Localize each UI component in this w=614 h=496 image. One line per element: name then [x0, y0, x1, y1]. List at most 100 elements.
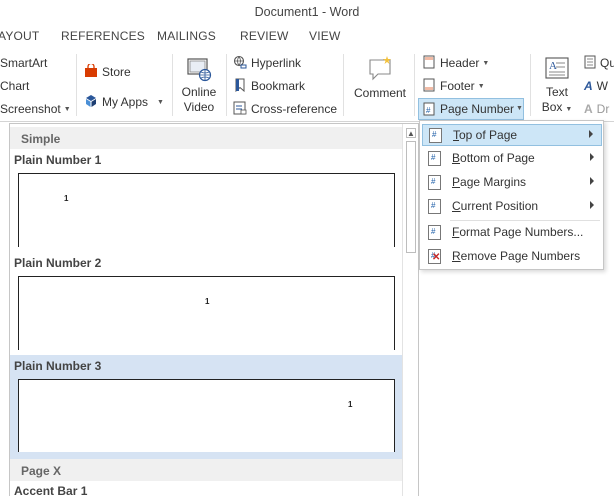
hyperlink-label: Hyperlink: [251, 56, 302, 70]
chevron-right-icon: [589, 130, 593, 138]
store-icon: [84, 62, 98, 81]
page-number-label: Page Number: [440, 102, 515, 116]
gallery-item-accent-bar-1[interactable]: Accent Bar 1: [10, 481, 402, 496]
apps-icon: [84, 94, 98, 111]
menu-item-label: Format Page Numbers...: [452, 225, 584, 239]
quick-parts-button[interactable]: Qu: [584, 53, 614, 73]
chart-button[interactable]: Chart: [0, 76, 29, 96]
format-page-numbers-icon: [428, 225, 441, 240]
menu-item-page-margins[interactable]: Page Margins: [422, 172, 602, 194]
quick-parts-label: Qu: [600, 56, 614, 70]
tab-view[interactable]: VIEW: [309, 29, 340, 43]
footer-button[interactable]: Footer ▼: [422, 76, 485, 96]
drop-cap-button[interactable]: A Dr: [584, 99, 609, 119]
page-number-icon: [428, 151, 441, 166]
tab-references[interactable]: REFERENCES: [61, 29, 145, 43]
chevron-down-icon: ▼: [516, 105, 523, 112]
page-number-sample: 1: [205, 297, 210, 306]
ribbon-divider: [76, 54, 77, 116]
page-preview: 1: [18, 276, 395, 350]
close-icon: ✕: [432, 252, 441, 263]
gallery-scrollbar[interactable]: ▲: [402, 124, 418, 496]
svg-text:#: #: [426, 106, 431, 115]
tab-review[interactable]: REVIEW: [240, 29, 289, 43]
scroll-thumb[interactable]: [406, 141, 416, 253]
ribbon-tabs: AYOUT REFERENCES MAILINGS REVIEW VIEW: [0, 24, 614, 50]
menu-item-label: Page Margins: [452, 175, 527, 189]
menu-item-label: Current Position: [452, 199, 539, 213]
text-box-label-2: Box: [541, 100, 563, 114]
hyperlink-button[interactable]: Hyperlink: [233, 53, 301, 73]
page-number-icon: [428, 175, 441, 190]
drop-cap-icon: A: [584, 102, 593, 116]
menu-item-label: Bottom of Page: [452, 151, 535, 165]
bookmark-button[interactable]: Bookmark: [233, 76, 305, 96]
tab-mailings[interactable]: MAILINGS: [157, 29, 216, 43]
screenshot-label: Screenshot: [0, 102, 61, 116]
cross-reference-label: Cross-reference: [251, 102, 338, 116]
my-apps-label: My Apps: [102, 95, 149, 109]
menu-item-format-page-numbers[interactable]: Format Page Numbers...: [422, 222, 602, 244]
gallery-item-plain-number-1[interactable]: Plain Number 1 1: [10, 149, 402, 247]
smartart-label: SmartArt: [0, 56, 48, 70]
cross-reference-button[interactable]: Cross-reference: [233, 99, 337, 119]
ribbon-divider: [414, 54, 415, 116]
cross-reference-icon: [233, 101, 247, 118]
comment-label: Comment: [353, 86, 406, 100]
bookmark-label: Bookmark: [251, 79, 306, 93]
bookmark-icon: [233, 78, 247, 95]
gallery-item-plain-number-2[interactable]: Plain Number 2 1: [10, 252, 402, 350]
chevron-down-icon: ▼: [477, 82, 485, 90]
wordart-label: W: [596, 79, 608, 93]
tab-layout[interactable]: AYOUT: [0, 29, 39, 43]
header-label: Header: [440, 56, 480, 70]
page-number-icon: #: [423, 102, 435, 119]
gallery-item-label: Plain Number 1: [14, 153, 102, 167]
ribbon-divider: [226, 54, 227, 116]
menu-item-label: Remove Page Numbers: [452, 249, 581, 263]
chevron-right-icon: [590, 153, 594, 161]
online-video-label-2: Video: [183, 100, 215, 114]
svg-text:A: A: [549, 60, 557, 72]
menu-item-remove-page-numbers[interactable]: ✕ Remove Page Numbers: [422, 246, 602, 268]
page-number-button[interactable]: # Page Number ▼: [418, 98, 524, 120]
screenshot-button[interactable]: Screenshot ▼: [0, 99, 71, 119]
text-box-button[interactable]: A Text Box ▼: [538, 56, 576, 117]
gallery-item-plain-number-3[interactable]: Plain Number 3 1: [10, 355, 402, 460]
online-video-button[interactable]: Online Video: [176, 56, 222, 115]
hyperlink-icon: [233, 55, 247, 72]
gallery-item-label: Plain Number 3: [14, 359, 102, 373]
title-bar: Document1 - Word: [0, 0, 614, 24]
footer-icon: [422, 78, 436, 95]
store-label: Store: [102, 65, 131, 79]
chevron-down-icon: ▼: [482, 59, 490, 67]
window-title: Document1 - Word: [254, 5, 360, 19]
comment-button[interactable]: Comment: [349, 54, 411, 101]
footer-label: Footer: [440, 79, 475, 93]
wordart-button[interactable]: A W: [584, 76, 608, 96]
comment-icon: [366, 54, 394, 82]
page-number-gallery: Simple Plain Number 1 1 Plain Number 2 1…: [9, 123, 419, 496]
menu-item-current-position[interactable]: Current Position: [422, 196, 602, 218]
menu-item-bottom-of-page[interactable]: Bottom of Page: [422, 148, 602, 170]
store-button[interactable]: Store: [84, 62, 131, 82]
page-number-sample: 1: [348, 400, 353, 409]
chevron-right-icon: [590, 201, 594, 209]
chevron-down-icon: ▼: [157, 98, 164, 106]
my-apps-button[interactable]: My Apps ▼: [84, 92, 164, 112]
header-button[interactable]: Header ▼: [422, 53, 489, 73]
chevron-right-icon: [590, 177, 594, 185]
text-box-icon: A: [544, 56, 570, 82]
scroll-up-icon[interactable]: ▲: [406, 128, 416, 138]
chevron-down-icon: ▼: [63, 105, 71, 113]
page-preview: 1: [18, 379, 395, 452]
menu-divider: [450, 220, 600, 221]
ribbon-divider: [343, 54, 344, 116]
online-video-label-1: Online: [181, 85, 217, 99]
page-number-icon: [429, 128, 442, 143]
wordart-icon: A: [584, 79, 593, 93]
gallery-item-label: Accent Bar 1: [14, 484, 88, 496]
menu-item-top-of-page[interactable]: Top of Page: [422, 124, 602, 146]
text-box-label-1: Text: [545, 85, 568, 99]
smartart-button[interactable]: SmartArt: [0, 53, 47, 73]
